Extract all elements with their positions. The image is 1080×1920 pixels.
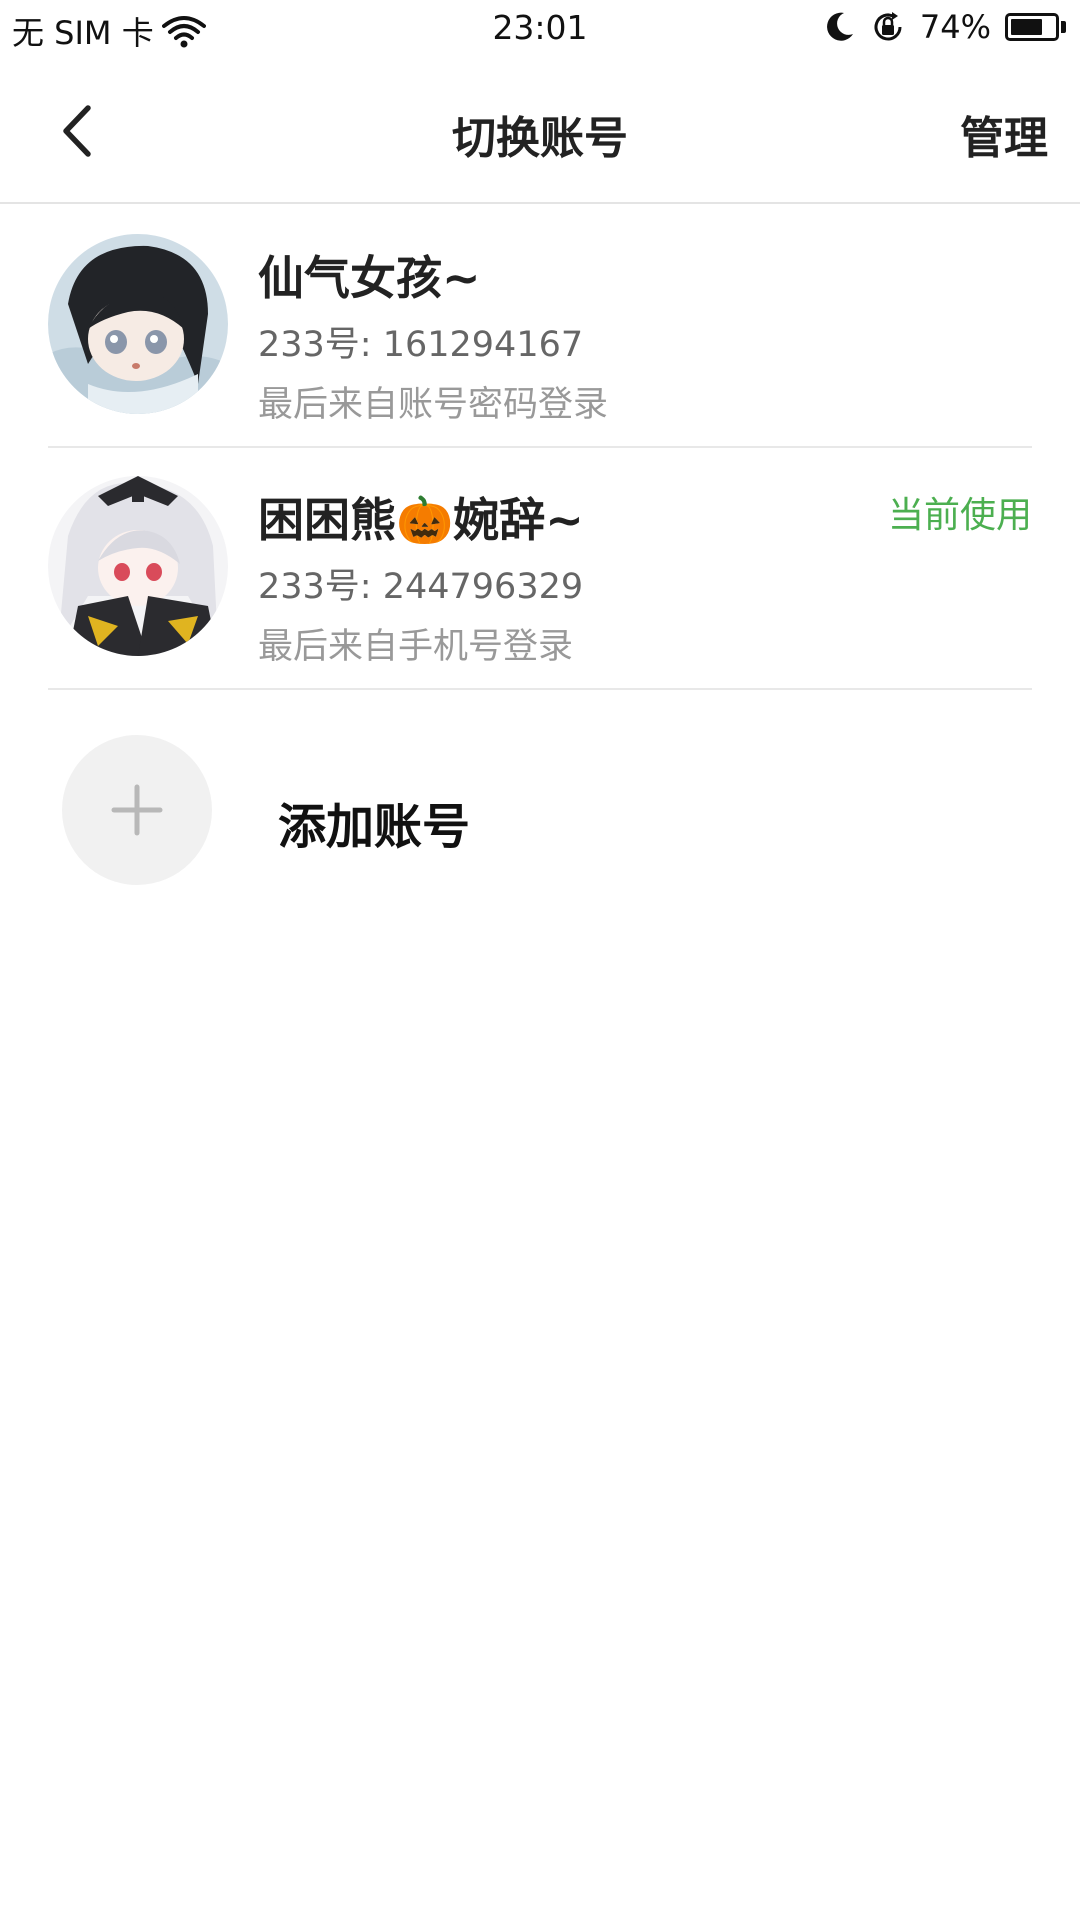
account-name: 仙气女孩~ <box>258 251 481 305</box>
page-title: 切换账号 <box>452 113 628 164</box>
plus-icon <box>111 784 163 836</box>
manage-button[interactable]: 管理 <box>960 102 1048 166</box>
account-id: 233号: 161294167 <box>258 325 584 365</box>
account-login-method: 最后来自账号密码登录 <box>258 385 609 425</box>
moon-icon <box>826 12 853 41</box>
account-name: 困困熊🎃婉辞~ <box>258 493 584 547</box>
account-login-method: 最后来自手机号登录 <box>258 627 574 667</box>
account-row[interactable]: 困困熊🎃婉辞~ 233号: 244796329 最后来自手机号登录 当前使用 <box>48 448 1032 690</box>
account-row[interactable]: 仙气女孩~ 233号: 161294167 最后来自账号密码登录 <box>48 206 1032 448</box>
status-right: 74% <box>822 8 1066 46</box>
account-id: 233号: 244796329 <box>258 567 584 607</box>
battery-percent: 74% <box>919 8 991 46</box>
rotation-lock-icon <box>874 12 902 41</box>
add-account-button[interactable]: 添加账号 <box>62 735 1022 885</box>
status-bar: 无 SIM 卡 23:01 74% <box>0 0 1080 58</box>
add-account-circle[interactable] <box>62 735 212 885</box>
nav-bar: 切换账号 管理 <box>0 58 1080 204</box>
avatar <box>48 476 228 656</box>
add-account-label: 添加账号 <box>278 799 471 855</box>
current-account-badge: 当前使用 <box>887 495 1032 536</box>
avatar <box>48 234 228 414</box>
battery-icon <box>1005 13 1066 41</box>
